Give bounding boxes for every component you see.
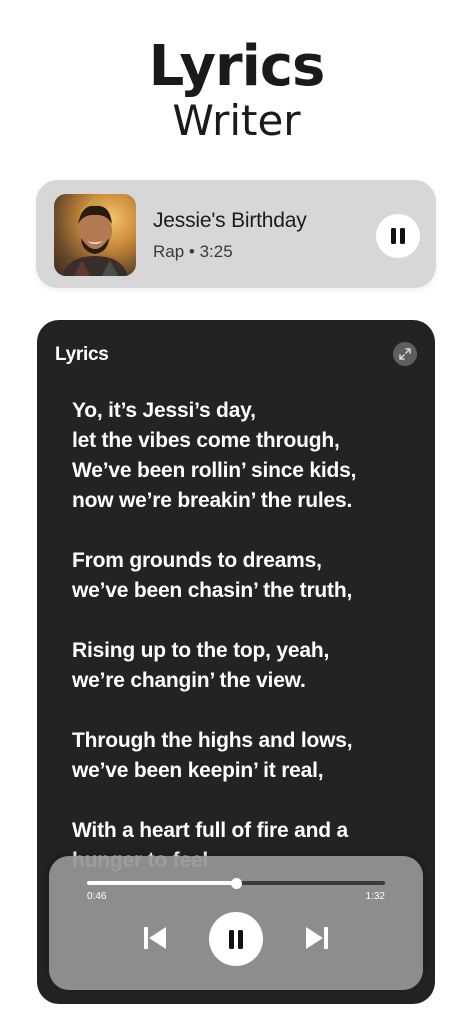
lyric-line: now we’re breakin’ the rules. (72, 489, 353, 512)
lyrics-text: Yo, it’s Jessi’s day, let the vibes come… (72, 396, 417, 906)
pause-button[interactable] (376, 214, 420, 258)
pause-icon (391, 228, 405, 244)
lyric-line: we’ve been chasin’ the truth, (72, 579, 353, 602)
total-time: 1:32 (365, 891, 385, 902)
lyric-line: Rising up to the top, yeah, (72, 639, 330, 662)
cover-portrait (62, 196, 128, 276)
expand-icon (399, 348, 411, 360)
lyrics-stanza: From grounds to dreams, we’ve been chasi… (72, 546, 417, 606)
progress-slider[interactable] (87, 877, 385, 889)
previous-button[interactable] (143, 925, 167, 951)
progress-fill (87, 881, 236, 885)
app-title: Lyrics Writer (0, 36, 473, 144)
album-cover-photo (54, 194, 136, 276)
progress-thumb[interactable] (230, 877, 242, 889)
song-title: Jessie's Birthday (153, 209, 307, 232)
now-playing-card[interactable]: Jessie's Birthday Rap • 3:25 (36, 180, 436, 288)
lyrics-stanza: Yo, it’s Jessi’s day, let the vibes come… (72, 396, 417, 516)
lyrics-stanza: Through the highs and lows, we’ve been k… (72, 726, 417, 786)
player-controls: 0:46 1:32 (49, 856, 423, 990)
lyric-line: We’ve been rollin’ since kids, (72, 459, 357, 482)
skip-previous-icon (144, 927, 166, 949)
page-title: Lyrics (148, 34, 326, 99)
lyric-line: Through the highs and lows, (72, 729, 353, 752)
song-meta: Rap • 3:25 (153, 242, 233, 261)
pause-icon (229, 929, 243, 949)
elapsed-time: 0:46 (87, 891, 107, 902)
page-subtitle: Writer (172, 96, 301, 145)
lyric-line: From grounds to dreams, (72, 549, 322, 572)
next-button[interactable] (305, 925, 329, 951)
lyric-line: With a heart full of fire and a (72, 819, 348, 842)
lyrics-panel[interactable]: Lyrics Yo, it’s Jessi’s day, let the vib… (37, 320, 435, 1004)
skip-next-icon (306, 927, 328, 949)
lyric-line: we’re changin’ the view. (72, 669, 306, 692)
lyric-line: let the vibes come through, (72, 429, 340, 452)
lyrics-stanza: Rising up to the top, yeah, we’re changi… (72, 636, 417, 696)
play-pause-button[interactable] (209, 912, 263, 966)
expand-button[interactable] (393, 342, 417, 366)
lyrics-label: Lyrics (55, 344, 109, 365)
lyric-line: we’ve been keepin’ it real, (72, 759, 324, 782)
lyric-line: Yo, it’s Jessi’s day, (72, 399, 256, 422)
